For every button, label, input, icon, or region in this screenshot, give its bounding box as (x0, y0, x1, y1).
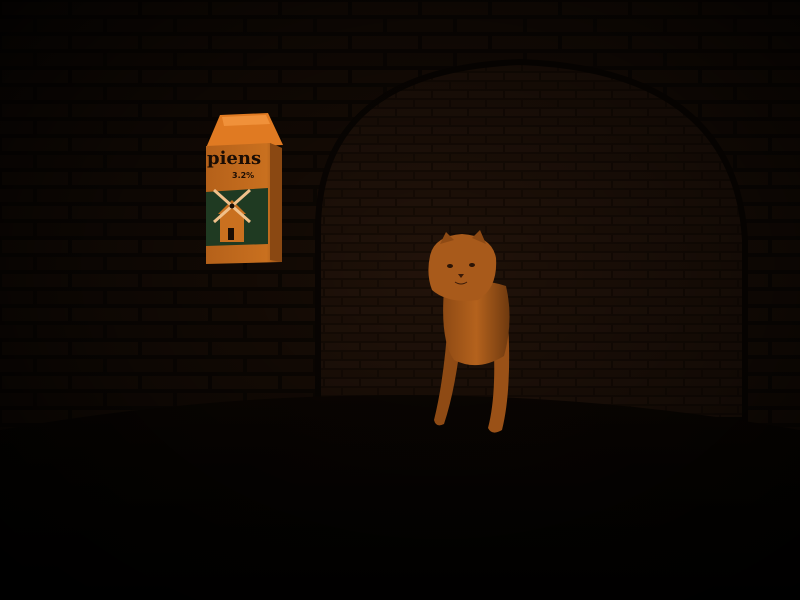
carton-brand: piens (207, 148, 261, 169)
carton-badge: 3.2% (232, 171, 254, 180)
game-viewport[interactable]: piens 3.2% (0, 0, 800, 600)
game-scene: piens 3.2% (0, 0, 800, 600)
milk-carton[interactable]: piens 3.2% (206, 113, 283, 264)
darkness-overlay (0, 0, 800, 600)
